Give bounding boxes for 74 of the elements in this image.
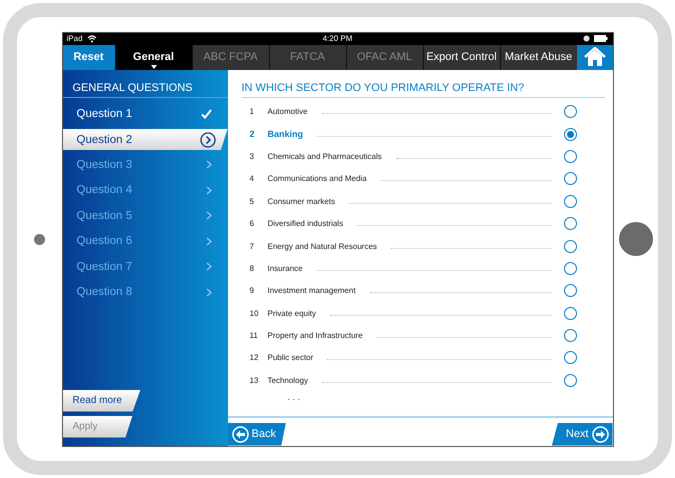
battery-icon [594, 35, 608, 42]
back-button[interactable]: Back [228, 422, 286, 446]
home-button[interactable] [576, 44, 612, 70]
radio-button[interactable] [564, 351, 576, 364]
option-number: 9 [250, 286, 255, 296]
status-time: 4:20 PM [322, 34, 352, 43]
radio-button[interactable] [564, 329, 576, 342]
option-number: 4 [250, 174, 255, 184]
question-item[interactable]: Question 3 [62, 152, 228, 178]
right-arrow-circle-icon [592, 426, 608, 442]
radio-button[interactable] [564, 194, 576, 208]
option-number: 8 [250, 264, 255, 273]
radio-button[interactable] [564, 240, 576, 253]
left-arrow-circle-icon [232, 426, 248, 442]
reset-button[interactable]: Reset [62, 44, 114, 70]
radio-button[interactable] [564, 262, 576, 275]
question-item[interactable]: Question 6 [62, 228, 228, 254]
radio-button[interactable] [564, 374, 576, 387]
option-number: 2 [250, 129, 256, 140]
radio-button[interactable] [564, 105, 576, 118]
question-title: IN WHICH SECTOR DO YOU PRIMARILY OPERATE IN? [242, 70, 604, 98]
section-tab[interactable]: Market Abuse [500, 44, 576, 70]
question-item[interactable]: Question 2 [62, 129, 228, 150]
option-label: Communications and Media [268, 174, 367, 184]
option-label: Energy and Natural Resources [268, 242, 377, 251]
wifi-icon [86, 34, 97, 42]
arrow-circle-icon [200, 132, 216, 148]
question-item[interactable]: Question 4 [62, 178, 228, 203]
option-number: 3 [250, 152, 255, 161]
section-tab[interactable]: Export Control [422, 44, 500, 70]
option-label: Insurance [268, 264, 303, 273]
option-label: Chemicals and Pharmaceuticals [268, 152, 382, 161]
chevron-icon [206, 236, 212, 246]
option-number: 11 [250, 331, 259, 340]
radio-button[interactable] [564, 306, 576, 320]
home-hardware-button[interactable] [618, 222, 653, 256]
device-name: iPad [66, 34, 83, 43]
option-label: Public sector [268, 353, 314, 362]
chevron-icon [206, 288, 212, 297]
option-number: 13 [250, 376, 260, 385]
chevron-icon [206, 262, 212, 272]
radio-button[interactable] [564, 150, 576, 163]
option-label: Diversified industrials [268, 219, 344, 228]
question-item[interactable]: Question 7 [62, 254, 228, 280]
option-label: Property and Infrastructure [268, 331, 363, 340]
option-label: Private equity [268, 308, 316, 318]
camera-dot [34, 234, 45, 244]
option-number: 6 [250, 219, 255, 228]
more-indicator: . . . [286, 392, 302, 402]
checkmark-icon [200, 109, 212, 120]
radio-button[interactable] [564, 284, 576, 298]
question-item[interactable]: Question 5 [62, 203, 228, 228]
option-label: Banking [268, 129, 304, 140]
next-button[interactable]: Next [552, 422, 612, 446]
question-item[interactable]: Question 1 [62, 102, 228, 127]
chevron-icon [206, 160, 212, 170]
radio-button[interactable] [564, 217, 576, 230]
question-item[interactable]: Question 8 [62, 280, 228, 305]
radio-button[interactable] [564, 172, 576, 186]
option-label: Technology [268, 376, 308, 385]
sidebar-button[interactable]: Read more [62, 390, 140, 412]
option-number: 12 [250, 353, 260, 362]
option-number: 5 [250, 196, 255, 206]
option-number: 10 [250, 308, 260, 318]
option-label: Consumer markets [268, 196, 336, 206]
option-label: Investment management [268, 286, 356, 296]
option-number: 7 [250, 242, 255, 251]
radio-button[interactable] [564, 128, 576, 141]
chevron-icon [206, 211, 212, 220]
option-number: 1 [250, 107, 255, 116]
home-icon [584, 47, 606, 67]
sidebar-title: GENERAL QUESTIONS [62, 70, 228, 98]
option-label: Automotive [268, 107, 308, 116]
chevron-icon [206, 186, 212, 195]
